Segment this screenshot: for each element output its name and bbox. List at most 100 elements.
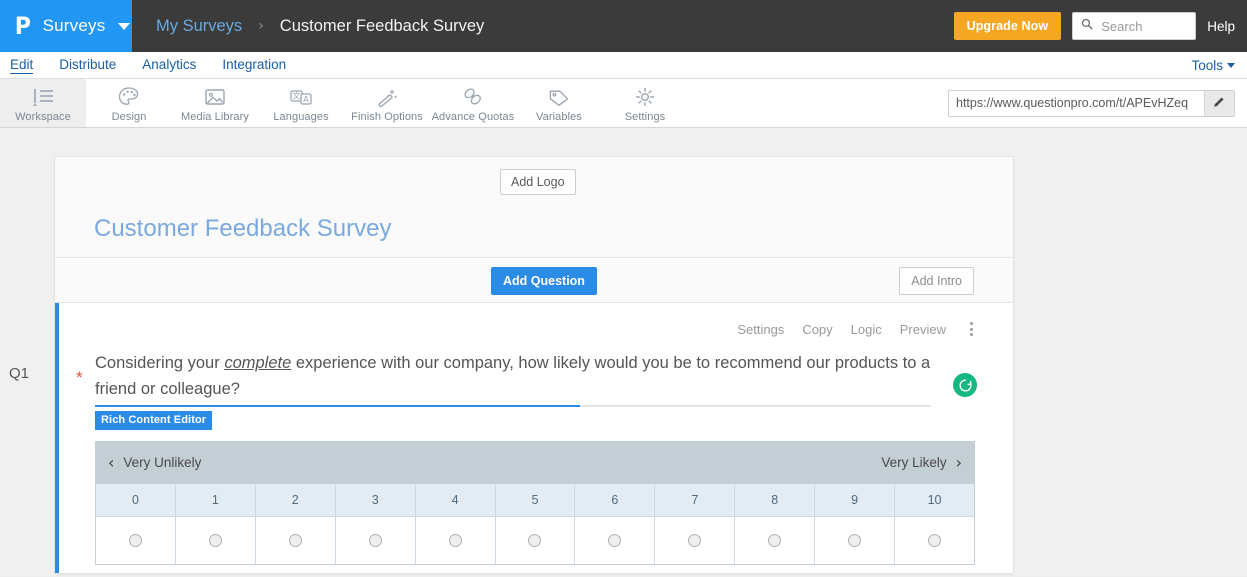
workspace-icon: [30, 85, 56, 109]
radio-button-10[interactable]: [928, 533, 942, 547]
question-text-part1: Considering your: [95, 354, 225, 372]
nps-radio-cell[interactable]: [575, 516, 656, 564]
toolbar-item-variables[interactable]: Variables: [516, 79, 602, 127]
nps-radio-cell[interactable]: [895, 517, 974, 564]
breadcrumb-current-survey: Customer Feedback Survey: [279, 16, 485, 35]
tools-menu[interactable]: Tools: [1191, 58, 1235, 73]
palette-icon: [117, 85, 141, 109]
questionpro-p-logo-icon: P: [14, 12, 31, 40]
tools-menu-label: Tools: [1191, 57, 1223, 73]
nps-radio-cell[interactable]: [496, 516, 576, 564]
nps-number-cell: 1: [176, 483, 256, 516]
radio-button-6[interactable]: [608, 533, 622, 547]
question-number-label: Q1: [9, 365, 30, 382]
nps-right-label: Very Likely: [881, 455, 947, 471]
toolbar-label-finish-options: Finish Options: [351, 111, 423, 123]
add-intro-button[interactable]: Add Intro: [899, 267, 974, 295]
radio-button-9[interactable]: [848, 533, 862, 547]
toolbar-label-media-library: Media Library: [181, 111, 249, 123]
nav-items: Edit Distribute Analytics Integration: [10, 57, 286, 74]
radio-button-4[interactable]: [448, 533, 462, 547]
tab-analytics[interactable]: Analytics: [142, 57, 196, 73]
nps-radio-cell[interactable]: [336, 516, 416, 564]
nps-number-cell: 6: [575, 483, 656, 516]
question-text-underline: [95, 405, 931, 408]
nps-radio-cell[interactable]: [96, 516, 176, 564]
radio-button-0[interactable]: [128, 533, 142, 547]
tag-icon: [547, 85, 571, 109]
chevron-left-icon[interactable]: ‹: [108, 454, 114, 471]
question-text-emphasis: complete: [224, 354, 292, 372]
nps-left-label: Very Unlikely: [123, 455, 202, 471]
more-vertical-icon[interactable]: [966, 320, 977, 338]
chevron-right-icon[interactable]: ›: [956, 454, 962, 471]
toolbar-label-advance-quotas: Advance Quotas: [431, 111, 515, 123]
search-box[interactable]: [1072, 12, 1197, 40]
radio-button-7[interactable]: [688, 533, 702, 547]
required-asterisk: *: [76, 368, 83, 387]
svg-text:A: A: [303, 94, 309, 103]
nps-radio-cell[interactable]: [416, 516, 496, 564]
brand-label: Surveys: [42, 16, 106, 35]
survey-card-actions: Add Question Add Intro: [55, 258, 1013, 303]
edit-url-button[interactable]: [1204, 90, 1234, 116]
nav-bar: Edit Distribute Analytics Integration To…: [0, 52, 1247, 79]
radio-button-3[interactable]: [368, 533, 382, 547]
survey-card-header: Add Logo Customer Feedback Survey: [55, 157, 1013, 258]
question-logic-link[interactable]: Logic: [851, 322, 882, 337]
toolbar-item-media-library[interactable]: Media Library: [172, 79, 258, 127]
toolbar-label-workspace: Workspace: [15, 111, 71, 123]
nps-scale: ‹ Very Unlikely Very Likely › 0 1 2 3 4 …: [95, 440, 975, 565]
tab-integration[interactable]: Integration: [222, 57, 286, 73]
nps-radio-cell[interactable]: [176, 516, 256, 564]
add-logo-button[interactable]: Add Logo: [500, 169, 576, 195]
nps-radio-cell[interactable]: [815, 516, 896, 564]
question-body: Settings Copy Logic Preview * Considerin…: [59, 303, 1013, 573]
nps-number-cell: 7: [655, 483, 736, 516]
nps-number-cell: 3: [336, 483, 416, 516]
question-text-area[interactable]: * Considering your complete experience w…: [76, 351, 977, 430]
help-link[interactable]: Help: [1207, 19, 1235, 34]
tab-edit[interactable]: Edit: [10, 57, 34, 74]
toolbar-label-variables: Variables: [536, 111, 582, 123]
question-text: Considering your complete experience wit…: [95, 351, 931, 402]
toolbar-item-advance-quotas[interactable]: Advance Quotas: [430, 79, 516, 127]
survey-url-input[interactable]: [949, 90, 1204, 116]
nps-radio-cell[interactable]: [256, 516, 336, 564]
question-preview-link[interactable]: Preview: [900, 322, 946, 337]
toolbar-label-settings: Settings: [624, 111, 666, 123]
search-input[interactable]: [1099, 17, 1188, 35]
nps-number-cell: 2: [256, 483, 336, 516]
question-copy-link[interactable]: Copy: [802, 322, 832, 337]
add-question-button[interactable]: Add Question: [491, 267, 597, 295]
radio-button-2[interactable]: [288, 533, 302, 547]
toolbar-item-settings[interactable]: Settings: [602, 79, 688, 127]
nps-number-row: 0 1 2 3 4 5 6 7 8 9 10: [96, 483, 974, 516]
rich-content-editor-badge[interactable]: Rich Content Editor: [95, 411, 213, 430]
nps-number-cell: 9: [815, 483, 896, 516]
grammarly-refresh-icon[interactable]: [953, 373, 977, 397]
radio-button-8[interactable]: [768, 533, 782, 547]
survey-url-field[interactable]: [948, 89, 1235, 117]
translate-icon: 文 A: [288, 85, 314, 109]
tab-distribute[interactable]: Distribute: [59, 57, 116, 73]
upgrade-now-button[interactable]: Upgrade Now: [953, 12, 1062, 40]
radio-button-5[interactable]: [528, 533, 542, 547]
toolbar-item-languages[interactable]: 文 A Languages: [258, 79, 344, 127]
toolbar-item-workspace[interactable]: Workspace: [0, 79, 86, 127]
nps-radio-row: [96, 515, 974, 564]
brand-surveys-menu[interactable]: P Surveys: [0, 0, 132, 52]
toolbar-item-finish-options[interactable]: Finish Options: [344, 79, 430, 127]
nps-scale-header: ‹ Very Unlikely Very Likely ›: [96, 441, 974, 484]
nps-number-cell: 0: [96, 483, 176, 516]
nps-number-cell: 8: [735, 483, 816, 516]
breadcrumb-my-surveys-link[interactable]: My Surveys: [156, 17, 242, 36]
nps-radio-cell[interactable]: [655, 516, 736, 564]
nps-radio-cell[interactable]: [735, 516, 816, 564]
question-settings-link[interactable]: Settings: [737, 322, 784, 337]
toolbar-item-design[interactable]: Design: [86, 79, 172, 127]
svg-text:文: 文: [293, 90, 301, 100]
radio-button-1[interactable]: [208, 533, 222, 547]
gear-icon: [633, 85, 657, 109]
pencil-icon: [1213, 95, 1226, 111]
